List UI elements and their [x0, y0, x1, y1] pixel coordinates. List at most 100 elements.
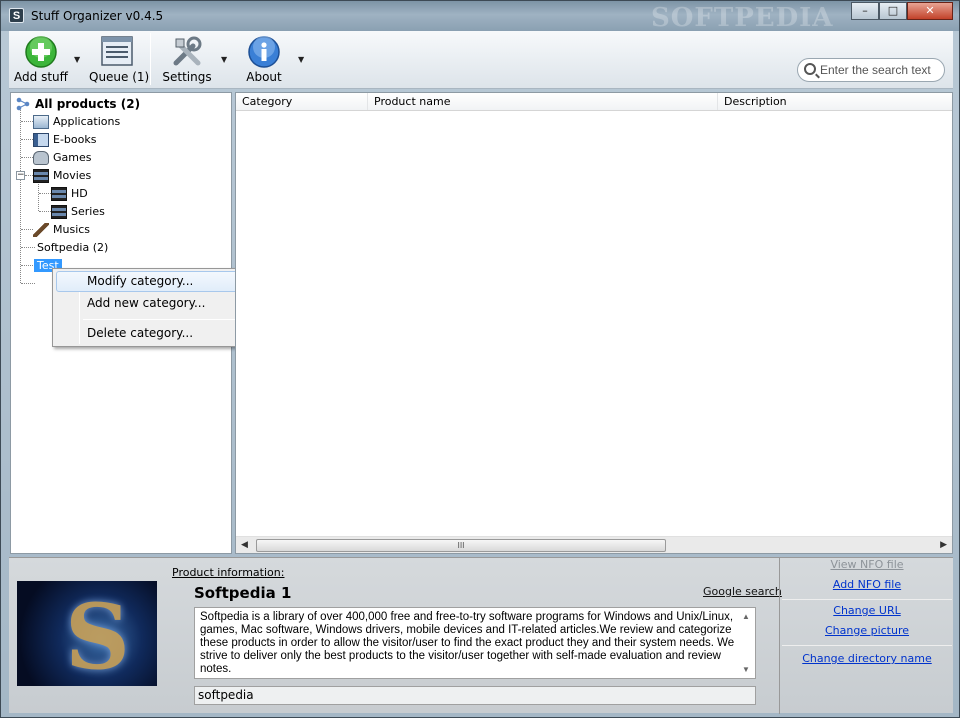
view-nfo-link[interactable]: View NFO file	[780, 558, 954, 571]
tree-line	[21, 229, 33, 230]
guitar-icon	[33, 222, 49, 237]
menu-separator	[83, 319, 243, 320]
window-title: Stuff Organizer v0.4.5	[31, 9, 164, 23]
tree-item-label: Softpedia (2)	[37, 241, 109, 254]
title-bar[interactable]: S Stuff Organizer v0.4.5 SOFTPEDIA – □ ✕	[1, 1, 959, 33]
watermark: SOFTPEDIA	[651, 3, 834, 33]
tree-item-label: Games	[53, 151, 92, 164]
queue-label: Queue (1)	[89, 70, 150, 84]
search-input[interactable]	[820, 62, 940, 78]
links-separator	[782, 645, 952, 646]
info-icon	[248, 36, 280, 68]
close-button[interactable]: ✕	[907, 2, 953, 20]
tree-item-label: E-books	[53, 133, 97, 146]
add-stuff-label: Add stuff	[14, 70, 68, 84]
queue-list-icon	[101, 36, 133, 66]
tree-item-label: All products (2)	[35, 96, 141, 111]
tree-line	[39, 211, 51, 212]
tree-item-label: Movies	[53, 169, 92, 182]
list-header: Category Product name Description	[236, 93, 952, 111]
tags-field[interactable]: softpedia	[194, 686, 756, 705]
tree-line	[21, 157, 33, 158]
add-stuff-dropdown-icon[interactable]: ▼	[74, 55, 80, 64]
about-dropdown-icon[interactable]: ▼	[298, 55, 304, 64]
add-icon	[25, 36, 57, 68]
action-links: View NFO file Add NFO file Change URL Ch…	[779, 558, 953, 714]
product-info-heading: Product information:	[172, 566, 285, 579]
column-category[interactable]: Category	[236, 93, 368, 110]
add-nfo-link[interactable]: Add NFO file	[780, 578, 954, 591]
film-icon	[33, 168, 49, 183]
add-stuff-button[interactable]: Add stuff	[13, 34, 69, 86]
settings-dropdown-icon[interactable]: ▼	[221, 55, 227, 64]
about-button[interactable]: About	[241, 34, 287, 86]
tree-line	[21, 265, 35, 266]
horizontal-scrollbar[interactable]: ◀ III ▶	[236, 536, 952, 553]
about-label: About	[246, 70, 282, 84]
scroll-left-icon[interactable]: ◀	[241, 540, 248, 550]
collapse-movies-toggle[interactable]: −	[16, 171, 25, 180]
tree-line	[21, 247, 35, 248]
tree-line	[21, 139, 33, 140]
tree-line	[38, 182, 39, 211]
settings-button[interactable]: Settings	[161, 34, 213, 86]
menu-item-add-category[interactable]: Add new category...	[56, 293, 244, 314]
tree-line	[20, 110, 21, 283]
applications-icon	[33, 114, 49, 129]
tree-item-games[interactable]: Games	[33, 149, 91, 166]
tree-line	[25, 175, 33, 176]
product-info-panel: S Product information: Softpedia 1 Googl…	[9, 557, 953, 714]
change-url-link[interactable]: Change URL	[780, 604, 954, 617]
toolbar-separator	[150, 33, 151, 85]
film-icon	[51, 186, 67, 201]
search-icon	[804, 63, 816, 75]
tree-line	[21, 283, 35, 284]
product-name: Softpedia 1	[194, 584, 292, 602]
scroll-up-icon[interactable]: ▲	[742, 610, 750, 623]
description-textarea[interactable]: Softpedia is a library of over 400,000 f…	[194, 607, 756, 679]
minimize-button[interactable]: –	[851, 2, 879, 20]
google-search-link[interactable]: Google search	[703, 585, 782, 598]
scroll-right-icon[interactable]: ▶	[940, 540, 947, 550]
change-picture-link[interactable]: Change picture	[780, 624, 954, 637]
description-scrollbar[interactable]: ▲ ▼	[740, 609, 754, 677]
window-controls: – □ ✕	[851, 2, 953, 20]
change-directory-link[interactable]: Change directory name	[780, 652, 954, 665]
tools-icon	[173, 36, 202, 66]
tree-line	[39, 193, 51, 194]
product-list[interactable]: Category Product name Description ◀ III …	[235, 92, 953, 554]
links-separator	[782, 599, 952, 600]
softpedia-logo: S	[65, 584, 130, 686]
tree-item-label: Applications	[53, 115, 121, 128]
scrollbar-thumb[interactable]: III	[256, 539, 666, 552]
menu-item-delete-category[interactable]: Delete category...	[56, 323, 244, 344]
tree-item-label: Musics	[53, 223, 91, 236]
tree-item-softpedia[interactable]: Softpedia (2)	[37, 239, 108, 256]
tree-item-label: Series	[71, 205, 105, 218]
tree-line	[21, 121, 33, 122]
description-text: Softpedia is a library of over 400,000 f…	[200, 611, 735, 675]
column-product-name[interactable]: Product name	[368, 93, 718, 110]
tree-item-series[interactable]: Series	[51, 203, 105, 220]
tree-item-applications[interactable]: Applications	[33, 113, 120, 130]
book-icon	[33, 132, 49, 147]
settings-label: Settings	[162, 70, 212, 84]
app-icon[interactable]: S	[9, 8, 24, 23]
column-description[interactable]: Description	[718, 93, 952, 110]
tree-item-musics[interactable]: Musics	[33, 221, 90, 238]
tree-item-label: HD	[71, 187, 88, 200]
menu-item-modify-category[interactable]: Modify category...	[56, 271, 244, 292]
tree-item-movies[interactable]: Movies	[33, 167, 91, 184]
tree-item-all-products[interactable]: All products (2)	[15, 95, 140, 112]
gamepad-icon	[33, 150, 49, 165]
queue-button[interactable]: Queue (1)	[89, 34, 150, 86]
app-window: S Stuff Organizer v0.4.5 SOFTPEDIA – □ ✕…	[0, 0, 960, 718]
film-icon	[51, 204, 67, 219]
hierarchy-icon	[16, 97, 30, 110]
tree-item-hd[interactable]: HD	[51, 185, 88, 202]
product-thumbnail[interactable]: S	[17, 581, 157, 686]
search-box[interactable]	[797, 58, 945, 82]
maximize-button[interactable]: □	[879, 2, 907, 20]
tree-item-e-books[interactable]: E-books	[33, 131, 96, 148]
scroll-down-icon[interactable]: ▼	[742, 663, 750, 676]
